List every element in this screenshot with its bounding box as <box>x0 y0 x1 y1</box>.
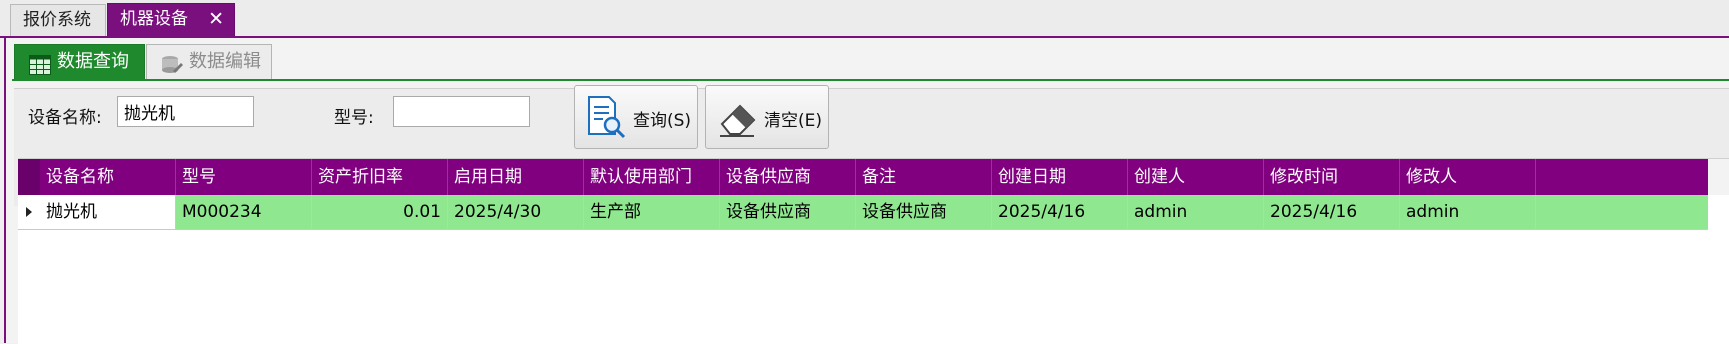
grid-header: 设备名称 型号 资产折旧率 启用日期 默认使用部门 设备供应商 备注 创建日期 … <box>18 159 1729 195</box>
column-header[interactable]: 启用日期 <box>448 159 584 195</box>
table-cell[interactable]: 2025/4/16 <box>1264 195 1400 229</box>
header-empty-area <box>1708 159 1729 195</box>
content-frame: 数据查询 数据编辑 设备名称: 型号: <box>4 38 1729 344</box>
tab-data-query[interactable]: 数据查询 <box>14 44 145 80</box>
tab-data-edit[interactable]: 数据编辑 <box>146 44 272 80</box>
search-document-icon <box>585 94 629 140</box>
grid-corner <box>18 159 40 195</box>
close-icon[interactable]: ✕ <box>208 4 224 35</box>
device-name-label: 设备名称: <box>28 108 102 128</box>
column-header[interactable]: 默认使用部门 <box>584 159 720 195</box>
column-header[interactable]: 设备名称 <box>40 159 176 195</box>
model-input[interactable] <box>393 96 530 127</box>
column-header[interactable]: 备注 <box>856 159 992 195</box>
sub-tab-underline <box>12 79 1729 81</box>
query-button[interactable]: 查询(S) <box>574 85 698 149</box>
table-grid-icon <box>29 53 51 75</box>
table-cell[interactable]: 2025/4/30 <box>448 195 584 229</box>
tab-label: 数据查询 <box>57 51 129 72</box>
device-name-input[interactable] <box>117 96 254 127</box>
table-cell[interactable]: 0.01 <box>312 195 448 229</box>
table-cell[interactable]: 抛光机 <box>40 195 176 229</box>
query-button-label: 查询(S) <box>633 111 692 131</box>
column-header[interactable]: 资产折旧率 <box>312 159 448 195</box>
row-indicator[interactable] <box>18 195 41 229</box>
column-header[interactable]: 创建人 <box>1128 159 1264 195</box>
column-header[interactable]: 修改时间 <box>1264 159 1400 195</box>
table-cell[interactable]: 设备供应商 <box>720 195 856 229</box>
table-cell[interactable]: 设备供应商 <box>856 195 992 229</box>
column-header[interactable]: 型号 <box>176 159 312 195</box>
eraser-icon <box>716 94 760 140</box>
doc-tab-quote-system[interactable]: 报价系统 <box>10 4 106 36</box>
document-tab-bar: 报价系统 机器设备 ✕ <box>0 0 1729 37</box>
table-cell[interactable]: admin <box>1400 195 1536 229</box>
model-label: 型号: <box>334 108 374 128</box>
table-cell[interactable]: 2025/4/16 <box>992 195 1128 229</box>
table-row[interactable]: 抛光机 M000234 0.01 2025/4/30 生产部 设备供应商 设备供… <box>18 195 1708 230</box>
doc-tab-label: 机器设备 <box>120 9 188 29</box>
doc-tab-label: 报价系统 <box>23 10 91 30</box>
table-cell[interactable]: admin <box>1128 195 1264 229</box>
tab-label: 数据编辑 <box>189 51 261 72</box>
column-header[interactable]: 设备供应商 <box>720 159 856 195</box>
table-cell[interactable]: M000234 <box>176 195 312 229</box>
row-pointer-icon <box>26 207 32 217</box>
data-grid: 设备名称 型号 资产折旧率 启用日期 默认使用部门 设备供应商 备注 创建日期 … <box>18 158 1729 344</box>
table-cell[interactable]: 生产部 <box>584 195 720 229</box>
clear-button[interactable]: 清空(E) <box>705 85 829 149</box>
column-header[interactable]: 修改人 <box>1400 159 1536 195</box>
doc-tab-machine-equipment[interactable]: 机器设备 ✕ <box>107 3 235 37</box>
column-header[interactable]: 创建日期 <box>992 159 1128 195</box>
clear-button-label: 清空(E) <box>764 111 823 131</box>
database-edit-icon <box>161 53 183 73</box>
